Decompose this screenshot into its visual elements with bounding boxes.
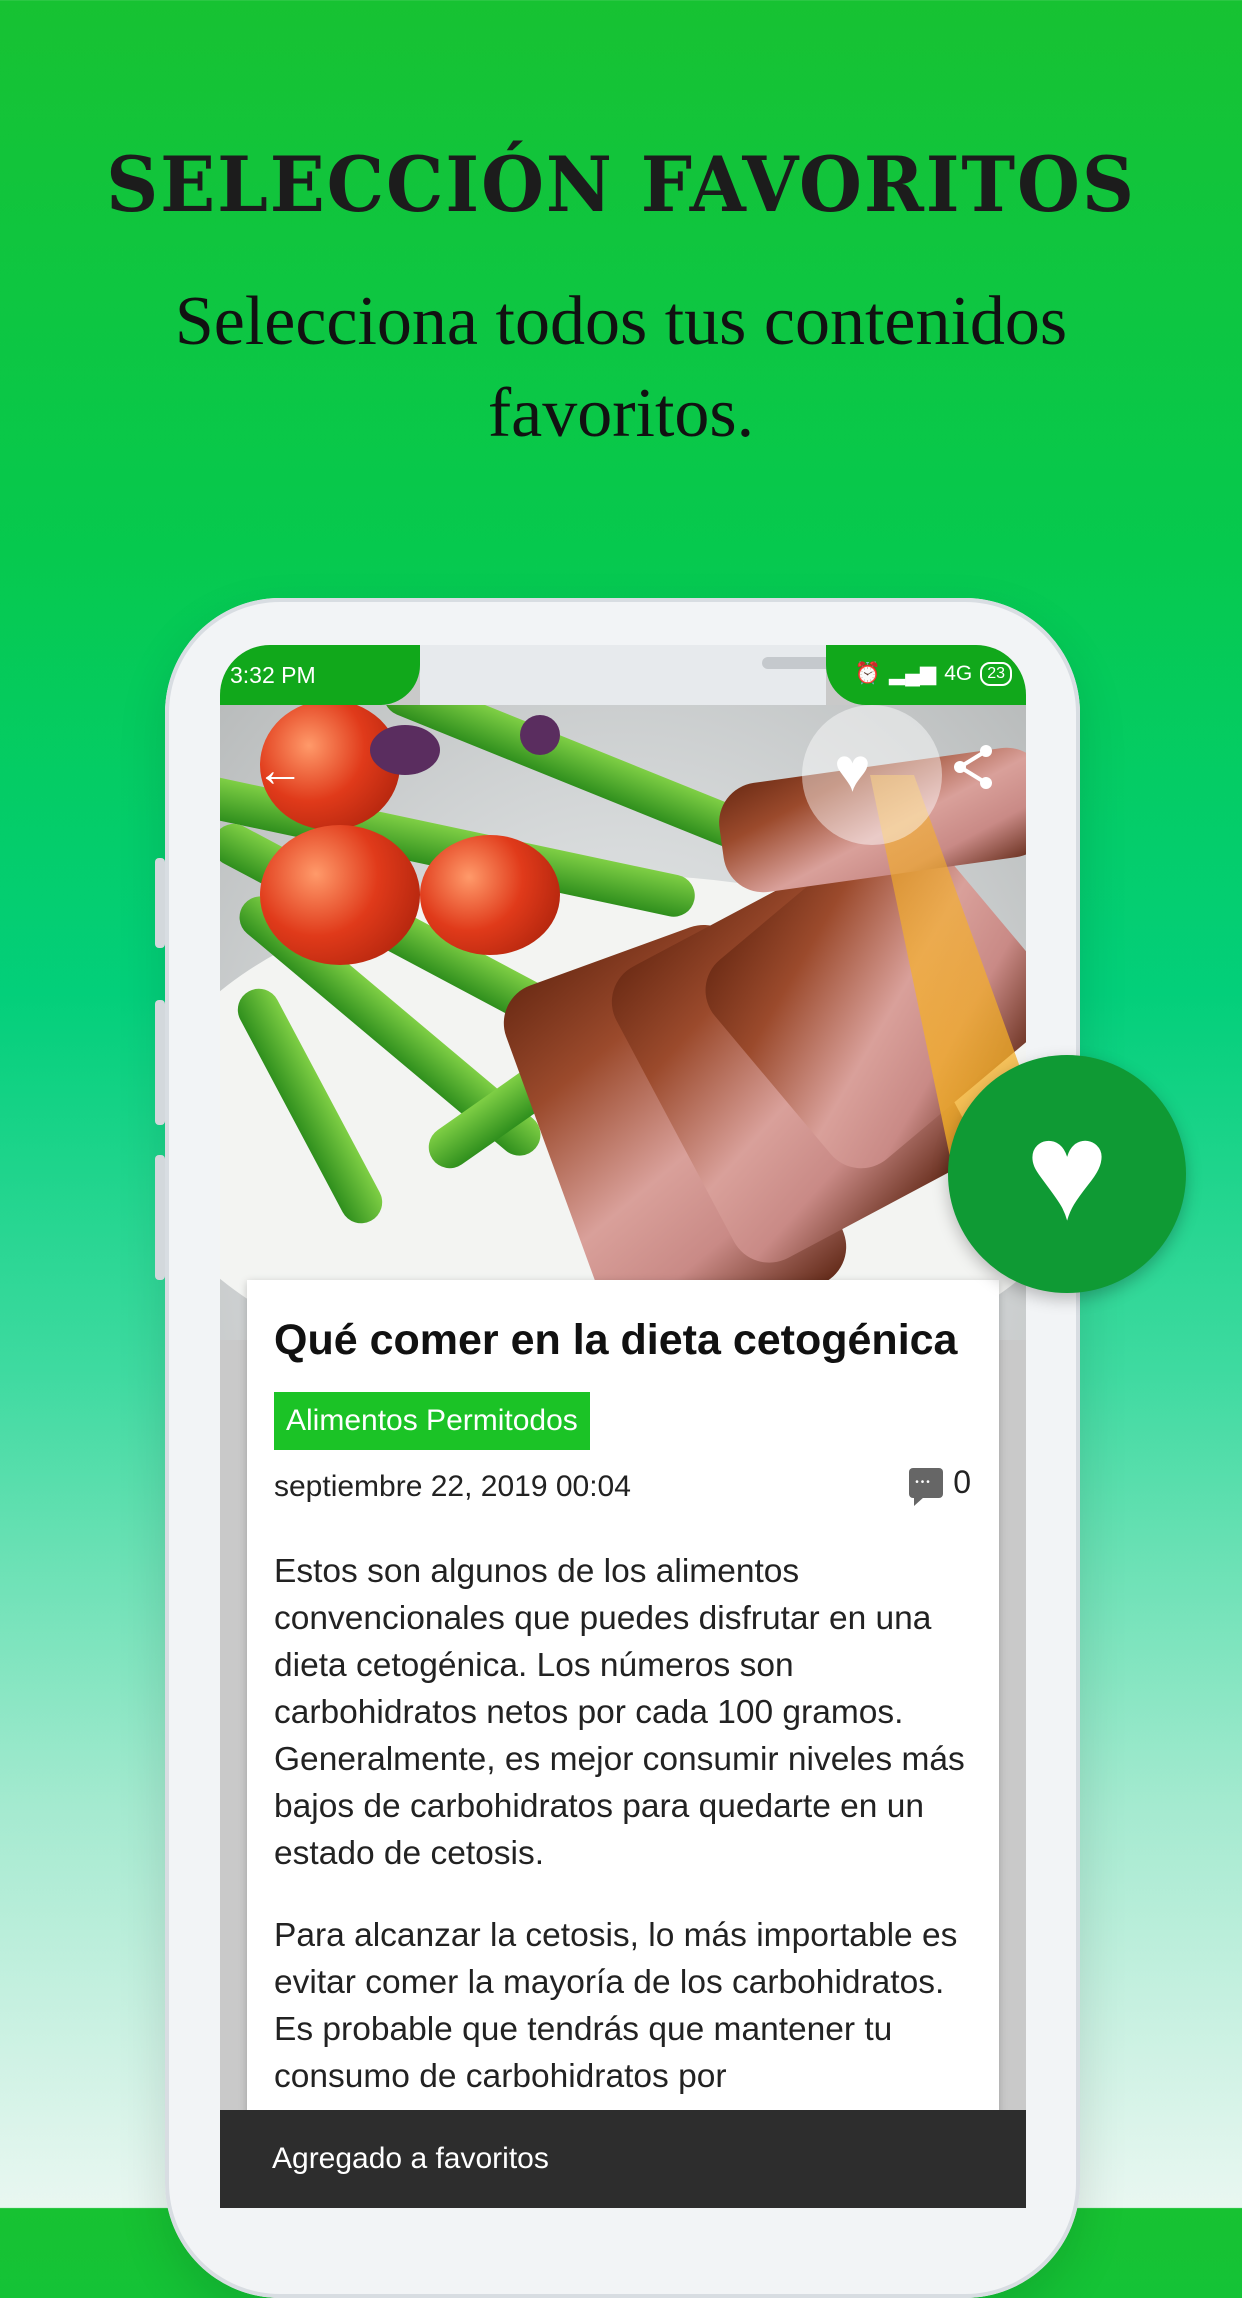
status-bar-right: ⏰ ▂▄▆ 4G 23 — [826, 645, 1026, 705]
article-title: Qué comer en la dieta cetogénica — [274, 1316, 958, 1364]
article-paragraph: Estos son algunos de los alimentos conve… — [274, 1553, 965, 1872]
share-icon — [954, 745, 992, 789]
phone-volume-down — [155, 1155, 165, 1280]
article-hero-image: ← ♥ — [220, 705, 1026, 1340]
snackbar: Agregado a favoritos — [220, 2110, 1026, 2208]
heart-icon: ♥ — [1025, 1092, 1109, 1249]
alarm-icon: ⏰ — [854, 661, 881, 685]
promo-headline: SELECCIÓN FAVORITOS — [106, 140, 1136, 229]
promo-subtitle: Selecciona todos tus contenidos favorito… — [174, 283, 1068, 452]
comments-button[interactable]: ••• 0 — [909, 1464, 971, 1506]
status-bar-left: 3:32 PM — [220, 645, 420, 705]
battery-icon: 23 — [980, 661, 1012, 686]
arrow-left-icon: ← — [256, 744, 304, 797]
favorite-button[interactable]: ♥ — [834, 731, 871, 811]
network-type: 4G — [944, 661, 973, 685]
notch — [420, 645, 884, 705]
comment-count: 0 — [953, 1464, 971, 1500]
article-paragraph: Para alcanzar la cetosis, lo más importa… — [274, 1917, 958, 2095]
share-button[interactable] — [952, 743, 996, 802]
snackbar-message: Agregado a favoritos — [272, 2142, 549, 2175]
heart-icon: ♥ — [834, 736, 871, 805]
signal-icon: ▂▄▆ — [889, 662, 937, 685]
article-card: Qué comer en la dieta cetogénica Aliment… — [247, 1280, 999, 2180]
category-tag[interactable]: Alimentos Permitodos — [274, 1392, 590, 1450]
status-time: 3:32 PM — [230, 662, 316, 688]
comment-icon: ••• — [909, 1467, 944, 1506]
phone-screen: 3:32 PM ⏰ ▂▄▆ 4G 23 ← ♥ Qué comer en la … — [220, 645, 1026, 2208]
article-date: septiembre 22, 2019 00:04 — [274, 1470, 631, 1503]
favorite-fab[interactable]: ♥ — [948, 1055, 1186, 1293]
favorite-highlight — [802, 705, 942, 845]
back-button[interactable]: ← — [256, 747, 304, 795]
phone-volume-up — [155, 1000, 165, 1125]
phone-side-button — [155, 858, 165, 948]
